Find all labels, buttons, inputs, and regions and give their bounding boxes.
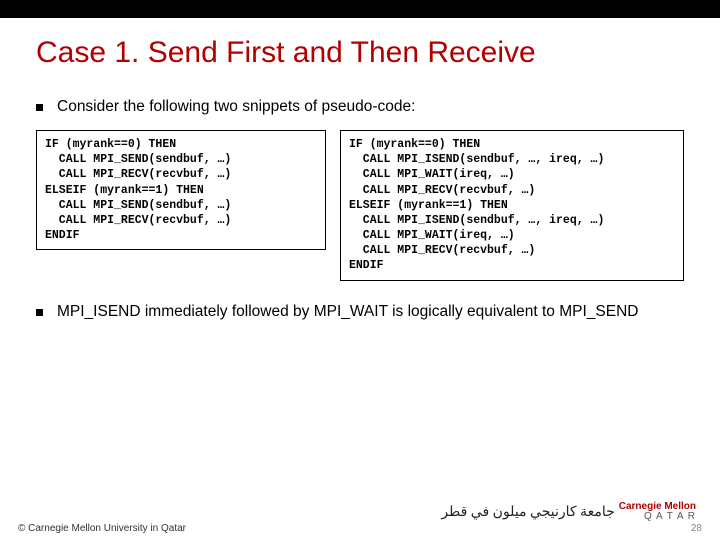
slide-title: Case 1. Send First and Then Receive <box>0 18 720 80</box>
slide: Case 1. Send First and Then Receive Cons… <box>0 0 720 540</box>
bullet-note-text: MPI_ISEND immediately followed by MPI_WA… <box>57 303 684 321</box>
copyright-text: © Carnegie Mellon University in Qatar <box>18 523 186 534</box>
bullet-intro: Consider the following two snippets of p… <box>36 98 684 116</box>
footer: © Carnegie Mellon University in Qatar 28 <box>0 517 720 540</box>
code-boxes-row: IF (myrank==0) THEN CALL MPI_SEND(sendbu… <box>36 130 684 281</box>
code-right: IF (myrank==0) THEN CALL MPI_ISEND(sendb… <box>349 137 675 274</box>
code-box-left: IF (myrank==0) THEN CALL MPI_SEND(sendbu… <box>36 130 326 250</box>
bullet-intro-text: Consider the following two snippets of p… <box>57 98 684 116</box>
bullet-square-icon <box>36 309 43 316</box>
bullet-square-icon <box>36 104 43 111</box>
top-black-bar <box>0 0 720 18</box>
code-left: IF (myrank==0) THEN CALL MPI_SEND(sendbu… <box>45 137 317 243</box>
bullet-note: MPI_ISEND immediately followed by MPI_WA… <box>36 303 684 321</box>
slide-content: Consider the following two snippets of p… <box>0 80 720 321</box>
code-box-right: IF (myrank==0) THEN CALL MPI_ISEND(sendb… <box>340 130 684 281</box>
page-number: 28 <box>691 523 702 534</box>
